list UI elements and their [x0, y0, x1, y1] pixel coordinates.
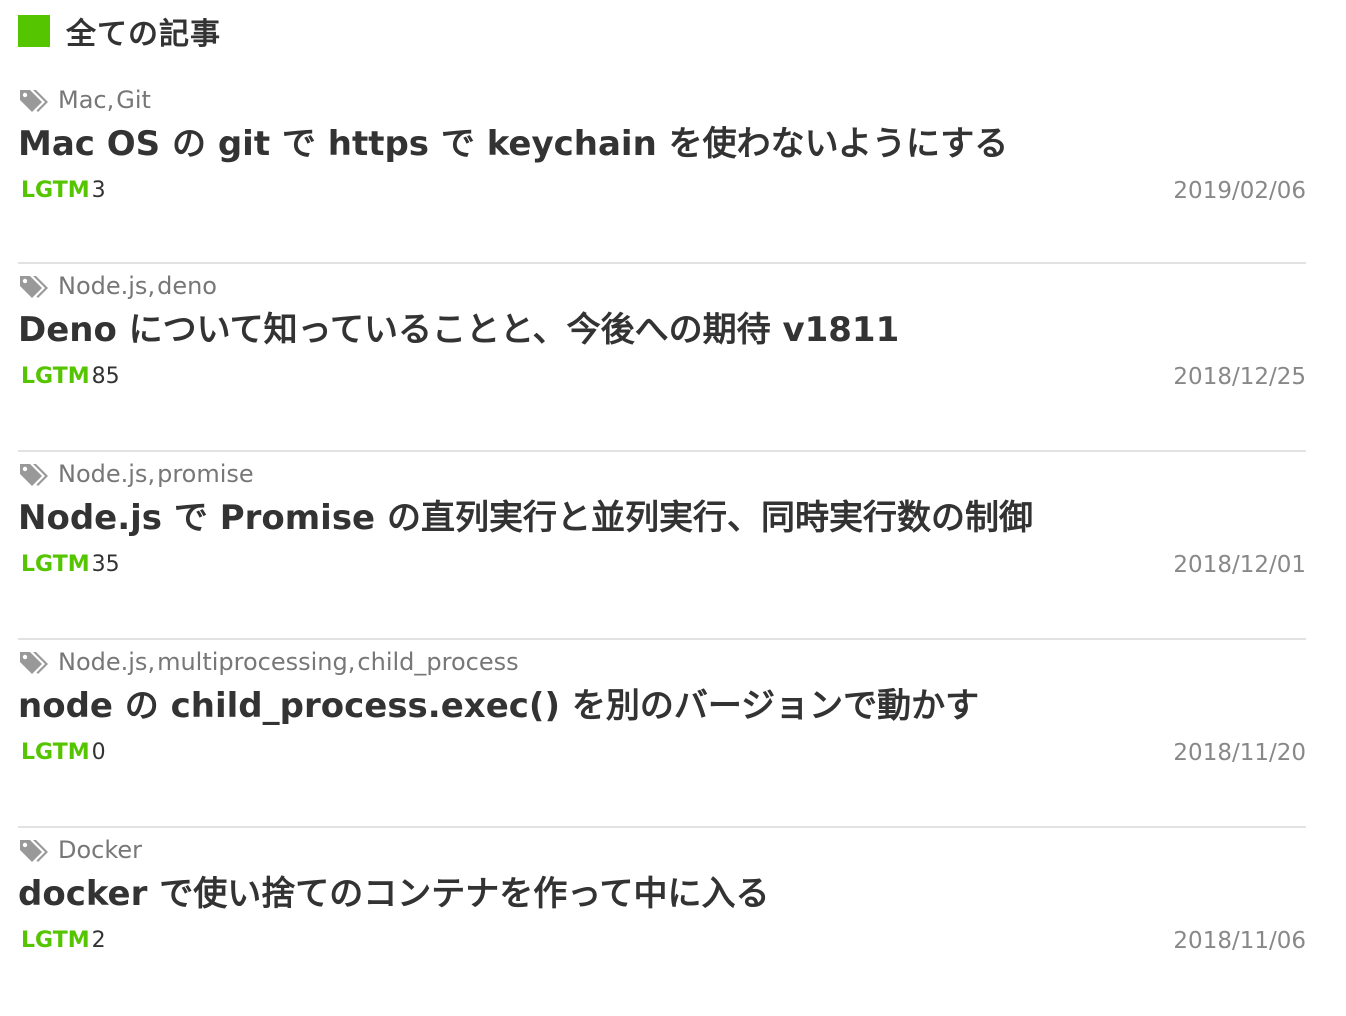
tags-icon: [18, 650, 48, 674]
tags-icon: [18, 462, 48, 486]
article-meta: LGTM 35 2018/12/01: [18, 548, 1306, 584]
article-list: Mac,Git Mac OS の git で https で keychain …: [18, 76, 1306, 1014]
tag-link[interactable]: Node.js: [58, 272, 147, 300]
article-date: 2018/12/01: [1173, 552, 1306, 578]
tag-separator: ,: [147, 272, 156, 300]
lgtm-count: 35: [91, 552, 120, 577]
article-item: Docker docker で使い捨てのコンテナを作って中に入る LGTM 2 …: [18, 826, 1306, 1014]
lgtm-label: LGTM: [21, 552, 90, 577]
article-title-link[interactable]: Node.js で Promise の直列実行と並列実行、同時実行数の制御: [18, 496, 1306, 540]
tag-separator: ,: [147, 460, 156, 488]
article-meta: LGTM 85 2018/12/25: [18, 360, 1306, 396]
article-meta: LGTM 0 2018/11/20: [18, 736, 1306, 772]
tag-list: Mac,Git: [18, 84, 1306, 116]
lgtm-label: LGTM: [21, 740, 90, 765]
lgtm-count: 0: [91, 740, 106, 765]
lgtm-count: 3: [91, 178, 106, 203]
article-item: Node.js,multiprocessing,child_process no…: [18, 638, 1306, 826]
lgtm-count: 85: [91, 364, 120, 389]
tag-link[interactable]: Node.js: [58, 460, 147, 488]
section-title: 全ての記事: [66, 17, 221, 52]
article-title-link[interactable]: node の child_process.exec() を別のバージョンで動かす: [18, 684, 1306, 728]
lgtm-counter: LGTM 85: [21, 364, 120, 389]
article-meta: LGTM 2 2018/11/06: [18, 924, 1306, 960]
tag-separator: ,: [106, 86, 115, 114]
section-marker-icon: [18, 15, 50, 47]
lgtm-counter: LGTM 3: [21, 178, 106, 203]
article-title-link[interactable]: Deno について知っていることと、今後への期待 v1811: [18, 308, 1306, 352]
tag-link[interactable]: deno: [157, 272, 217, 300]
tags-icon: [18, 88, 48, 112]
lgtm-label: LGTM: [21, 364, 90, 389]
tag-list: Node.js,multiprocessing,child_process: [18, 646, 1306, 678]
tag-link[interactable]: Docker: [58, 836, 142, 864]
tag-link[interactable]: Mac: [58, 86, 107, 114]
tag-link[interactable]: promise: [157, 460, 254, 488]
lgtm-label: LGTM: [21, 928, 90, 953]
lgtm-counter: LGTM 0: [21, 740, 106, 765]
tag-separator: ,: [347, 648, 356, 676]
article-date: 2018/11/06: [1173, 928, 1306, 954]
article-date: 2019/02/06: [1173, 178, 1306, 204]
article-meta: LGTM 3 2019/02/06: [18, 174, 1306, 210]
tag-link[interactable]: Node.js: [58, 648, 147, 676]
lgtm-counter: LGTM 2: [21, 928, 106, 953]
article-date: 2018/12/25: [1173, 364, 1306, 390]
page: 全ての記事 Mac,Git Mac OS の git で https で key…: [0, 0, 1346, 1016]
tags-icon: [18, 274, 48, 298]
section-header: 全ての記事: [18, 12, 221, 52]
lgtm-label: LGTM: [21, 178, 90, 203]
article-item: Node.js,promise Node.js で Promise の直列実行と…: [18, 450, 1306, 638]
tag-separator: ,: [147, 648, 156, 676]
tag-list: Node.js,promise: [18, 458, 1306, 490]
tag-list: Node.js,deno: [18, 270, 1306, 302]
tag-list: Docker: [18, 834, 1306, 866]
lgtm-counter: LGTM 35: [21, 552, 120, 577]
tag-link[interactable]: Git: [116, 86, 151, 114]
lgtm-count: 2: [91, 928, 106, 953]
article-item: Node.js,deno Deno について知っていることと、今後への期待 v1…: [18, 262, 1306, 450]
article-date: 2018/11/20: [1173, 740, 1306, 766]
article-title-link[interactable]: docker で使い捨てのコンテナを作って中に入る: [18, 872, 1306, 916]
article-item: Mac,Git Mac OS の git で https で keychain …: [18, 76, 1306, 262]
tags-icon: [18, 838, 48, 862]
article-title-link[interactable]: Mac OS の git で https で keychain を使わないように…: [18, 122, 1306, 166]
tag-link[interactable]: multiprocessing: [157, 648, 348, 676]
tag-link[interactable]: child_process: [357, 648, 518, 676]
